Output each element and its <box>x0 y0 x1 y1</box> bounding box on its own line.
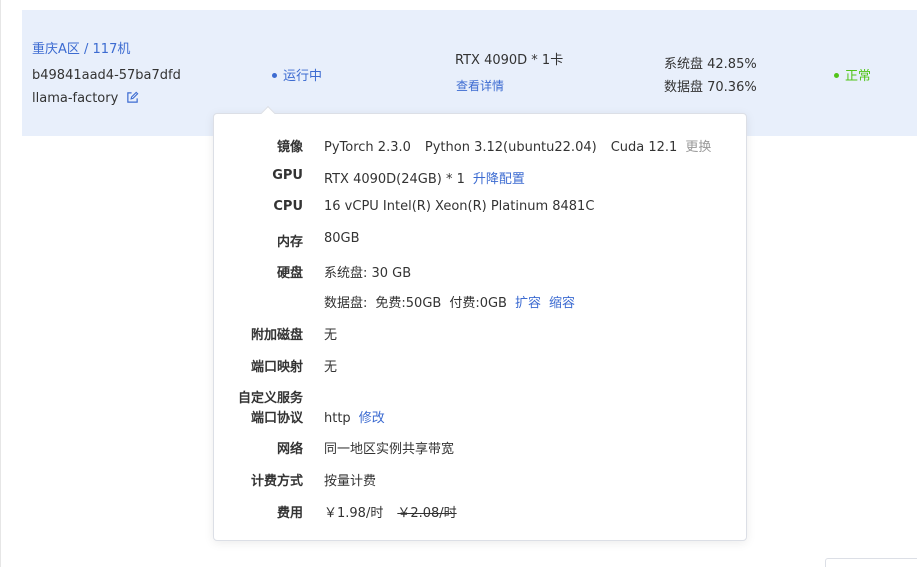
gpu-detail: RTX 4090D(24GB) * 1 升降配置 <box>324 168 525 187</box>
edit-protocol-link[interactable]: 修改 <box>359 411 385 426</box>
fee-label: 费用 <box>276 506 303 521</box>
details-popover: 镜像 PyTorch 2.3.0 Python 3.12(ubuntu22.04)… <box>213 113 747 541</box>
region-link[interactable]: 重庆A区 / 117机 <box>32 38 130 57</box>
gpu-value: RTX 4090D(24GB) * 1 <box>324 172 465 187</box>
status-dot-icon <box>272 73 277 78</box>
health-text: 正常 <box>845 69 872 84</box>
health-dot-icon <box>834 73 839 78</box>
change-image-link[interactable]: 更换 <box>685 140 711 155</box>
status-badge: 运行中 <box>272 65 322 84</box>
bottom-right-control[interactable] <box>825 558 917 567</box>
gpu-label: GPU <box>272 168 303 183</box>
data-disk-prefix: 数据盘: <box>324 296 368 311</box>
view-details-link[interactable]: 查看详情 <box>456 77 504 94</box>
upgrade-config-link[interactable]: 升降配置 <box>473 172 525 187</box>
fee-current: ￥1.98/时 <box>324 506 384 521</box>
port-mapping-value: 无 <box>324 360 338 375</box>
edit-icon[interactable] <box>126 91 139 104</box>
port-protocol-label: 端口协议 <box>250 411 303 426</box>
image-label: 镜像 <box>276 140 303 155</box>
memory-label: 内存 <box>276 235 303 250</box>
protocol-detail: http 修改 <box>324 407 385 426</box>
image-pytorch: PyTorch 2.3.0 <box>324 140 411 155</box>
data-disk-detail: 数据盘: 免费:50GB 付费:0GB 扩容 缩容 <box>324 292 575 311</box>
instance-name-group: llama-factory <box>32 91 139 106</box>
instance-id: b49841aad4-57ba7dfd <box>32 68 181 83</box>
fee-detail: ￥1.98/时 ￥2.08/时 <box>324 502 457 521</box>
billing-label: 计费方式 <box>250 474 303 489</box>
billing-value: 按量计费 <box>324 474 377 489</box>
memory-value: 80GB <box>324 231 360 246</box>
port-mapping-label: 端口映射 <box>250 360 303 375</box>
data-disk-free: 免费:50GB <box>375 296 442 311</box>
expand-disk-link[interactable]: 扩容 <box>515 296 541 311</box>
status-text: 运行中 <box>283 69 323 84</box>
system-disk-size: 系统盘: 30 GB <box>324 266 412 281</box>
protocol-value: http <box>324 411 351 426</box>
image-cuda: Cuda 12.1 <box>610 140 678 155</box>
disk-label: 硬盘 <box>276 266 303 281</box>
shrink-disk-link[interactable]: 缩容 <box>549 296 575 311</box>
cpu-value: 16 vCPU Intel(R) Xeon(R) Platinum 8481C <box>324 199 595 214</box>
page-left-border <box>0 0 1 567</box>
network-label: 网络 <box>276 442 303 457</box>
cpu-label: CPU <box>273 199 303 214</box>
custom-service-label: 自定义服务 <box>237 391 303 406</box>
extra-disk-label: 附加磁盘 <box>250 328 303 343</box>
data-disk-usage: 数据盘 70.36% <box>664 80 757 95</box>
data-disk-paid: 付费:0GB <box>449 296 507 311</box>
gpu-summary: RTX 4090D * 1卡 <box>455 53 564 68</box>
health-badge: 正常 <box>834 65 871 84</box>
image-value: PyTorch 2.3.0 Python 3.12(ubuntu22.04) Cud… <box>324 136 711 155</box>
instance-name: llama-factory <box>32 91 119 106</box>
extra-disk-value: 无 <box>324 328 338 343</box>
network-value: 同一地区实例共享带宽 <box>324 442 455 457</box>
image-python: Python 3.12(ubuntu22.04) <box>424 140 597 155</box>
system-disk-usage: 系统盘 42.85% <box>664 57 757 72</box>
fee-original: ￥2.08/时 <box>397 506 457 521</box>
